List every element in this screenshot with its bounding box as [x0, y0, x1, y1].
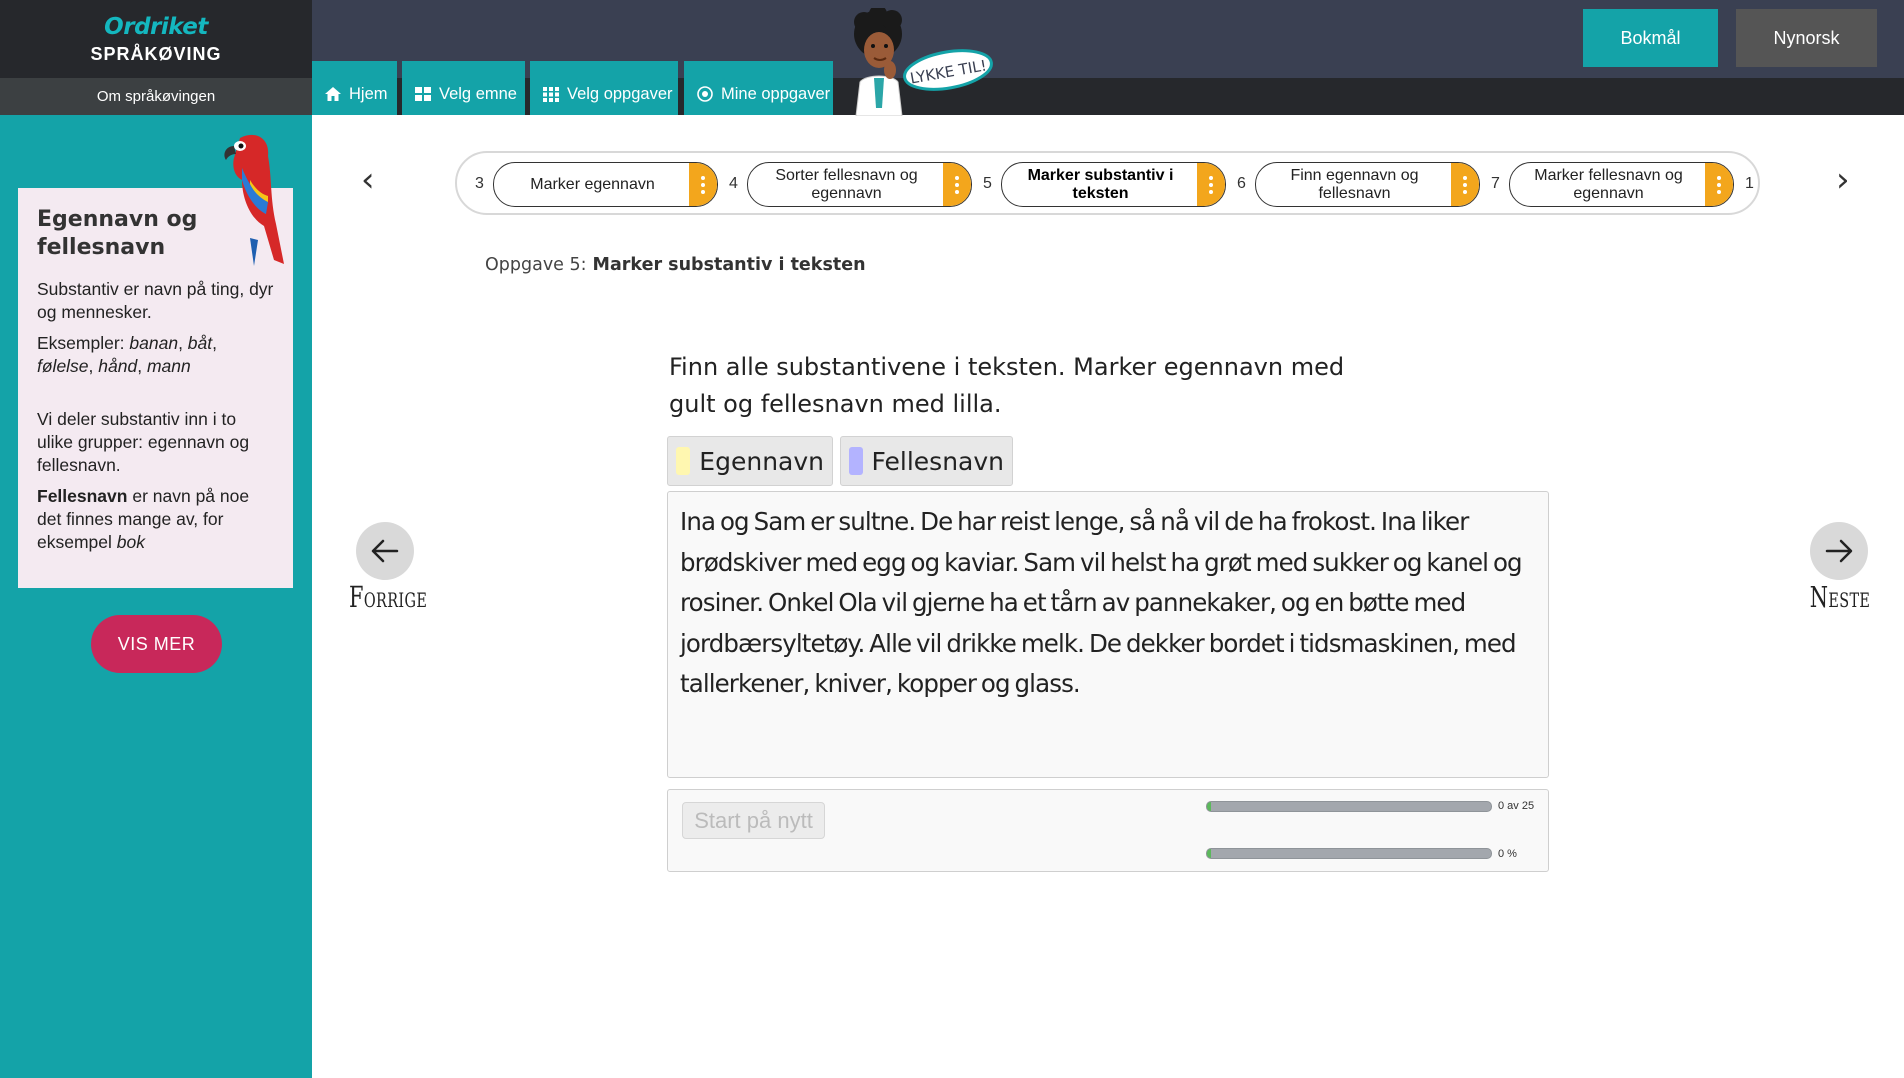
purple-swatch-icon	[849, 447, 863, 475]
step-menu-icon[interactable]	[689, 163, 717, 206]
nav-velg-oppgaver-label: Velg oppgaver	[567, 84, 673, 103]
prev-label[interactable]: Forrige	[349, 580, 427, 614]
percent-text: 0 %	[1498, 848, 1517, 860]
marker-label: Egennavn	[699, 446, 824, 476]
yellow-swatch-icon	[676, 447, 691, 475]
home-icon	[325, 87, 341, 101]
vis-mer-button[interactable]: VIS MER	[91, 615, 222, 673]
step-menu-icon[interactable]	[1197, 163, 1225, 206]
info-paragraph-3: Vi deler substantiv inn i to ulike grupp…	[37, 409, 250, 475]
prev-button[interactable]	[356, 522, 414, 580]
task-heading: Oppgave 5: Marker substantiv i teksten	[485, 255, 866, 275]
stepper-prev-arrow[interactable]: ‹	[361, 160, 375, 200]
score-progress-fill	[1207, 802, 1212, 811]
step-menu-icon[interactable]	[1705, 163, 1733, 206]
info-paragraph-4: Fellesnavn er navn på noe det finnes man…	[37, 486, 250, 552]
nav-mine-oppgaver-label: Mine oppgaver	[721, 84, 831, 103]
score-progress-bar	[1206, 801, 1492, 812]
lang-bokmal-button[interactable]: Bokmål	[1583, 9, 1718, 67]
score-text: 0 av 25	[1498, 800, 1535, 812]
marker-label: Fellesnavn	[871, 446, 1005, 476]
avatar-illustration: LYKKE TIL!	[854, 8, 993, 116]
step-label: Marker egennavn	[530, 175, 655, 193]
restart-button[interactable]: Start på nytt	[682, 802, 825, 839]
info-paragraph-2: Eksempler: banan, båt, følelse, hånd, ma…	[37, 333, 217, 376]
step-number: 7	[1491, 175, 1500, 192]
step-pill-4[interactable]: Sorter fellesnavn og egennavn	[747, 162, 972, 207]
step-label: Finn egennavn og fellesnavn	[1290, 166, 1419, 202]
arrow-right-icon	[1825, 539, 1853, 563]
step-number: 6	[1237, 175, 1246, 192]
markable-text[interactable]: Ina og Sam er sultne. De har reist lenge…	[667, 491, 1549, 778]
arrow-left-icon	[371, 539, 399, 563]
nav-mine-oppgaver-button[interactable]: Mine oppgaver	[684, 61, 833, 115]
next-button[interactable]	[1810, 522, 1868, 580]
info-paragraph-1: Substantiv er navn på ting, dyr og menne…	[37, 279, 274, 322]
task-instruction: Finn alle substantivene i teksten. Marke…	[669, 353, 1345, 418]
marker-egennavn-button[interactable]: Egennavn	[667, 436, 833, 486]
nav-velg-emne-button[interactable]: Velg emne	[402, 61, 525, 115]
step-pill-6[interactable]: Finn egennavn og fellesnavn	[1255, 162, 1480, 207]
list-grid-icon	[543, 87, 559, 102]
step-pill-3[interactable]: Marker egennavn	[493, 162, 718, 207]
brand-subtitle: SPRÅKØVING	[90, 43, 222, 64]
next-label[interactable]: Neste	[1808, 580, 1873, 614]
percent-progress-bar	[1206, 848, 1492, 859]
step-label: Sorter fellesnavn og egennavn	[775, 166, 918, 202]
lang-nynorsk-button[interactable]: Nynorsk	[1736, 9, 1877, 67]
brand-header[interactable]: Ordriket SPRÅKØVING	[0, 0, 312, 78]
task-stepper: 3 Marker egennavn 4 Sorter fellesnavn og…	[455, 151, 1760, 215]
app-root: Ordriket SPRÅKØVING Om språkøvingen Egen…	[0, 0, 1904, 1078]
step-pill-7[interactable]: Marker fellesnavn og egennavn	[1509, 162, 1734, 207]
step-number: 4	[729, 175, 738, 192]
percent-progress-fill	[1207, 849, 1212, 858]
step-number: 1	[1745, 175, 1754, 192]
stepper-next-arrow[interactable]: ›	[1836, 160, 1850, 200]
status-panel: Start på nytt 0 av 25 0 %	[667, 789, 1549, 872]
step-number: 5	[983, 175, 992, 192]
target-icon	[697, 86, 713, 102]
step-menu-icon[interactable]	[943, 163, 971, 206]
nav-velg-emne-label: Velg emne	[439, 84, 517, 103]
nav-velg-oppgaver-button[interactable]: Velg oppgaver	[530, 61, 678, 115]
step-label: Marker substantiv i teksten	[1027, 166, 1174, 202]
step-menu-icon[interactable]	[1451, 163, 1479, 206]
marker-fellesnavn-button[interactable]: Fellesnavn	[840, 436, 1013, 486]
info-title: Egennavn og fellesnavn	[37, 207, 198, 260]
step-label: Marker fellesnavn og egennavn	[1534, 166, 1683, 202]
about-link[interactable]: Om språkøvingen	[0, 78, 312, 115]
step-pill-5[interactable]: Marker substantiv i teksten	[1001, 162, 1226, 207]
grid-icon	[415, 87, 431, 101]
sidebar: Ordriket SPRÅKØVING Om språkøvingen Egen…	[0, 0, 312, 1078]
nav-home-button[interactable]: Hjem	[312, 61, 397, 115]
step-number: 3	[475, 175, 484, 192]
nav-home-label: Hjem	[349, 84, 388, 103]
brand-logo: Ordriket	[104, 13, 208, 40]
parrot-illustration	[224, 134, 284, 266]
